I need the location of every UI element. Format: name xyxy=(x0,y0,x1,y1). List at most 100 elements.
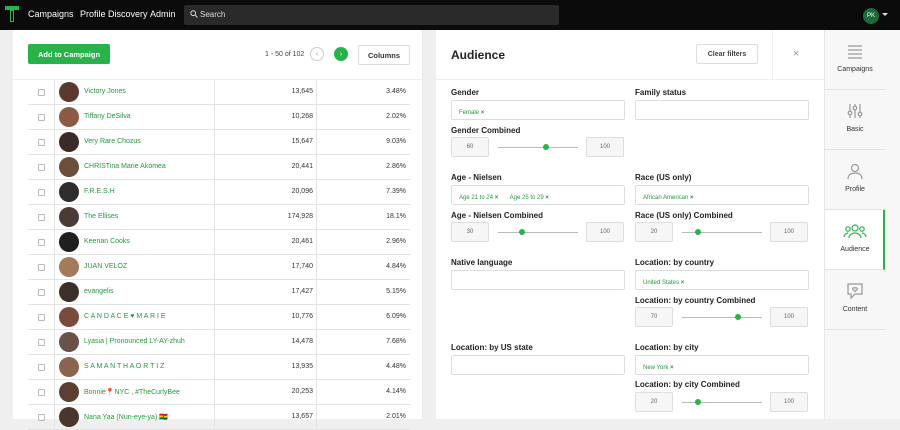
age-chip[interactable]: Age 25 to 29 × xyxy=(510,195,549,201)
row-checkbox[interactable] xyxy=(38,414,45,421)
nav-admin[interactable]: Admin xyxy=(150,9,176,19)
gender-select[interactable]: Female × xyxy=(451,100,625,120)
row-checkbox[interactable] xyxy=(38,364,45,371)
influencer-name-link[interactable]: S A M A N T H A O R T I Z xyxy=(84,363,164,370)
sidebar-item-campaigns[interactable]: Campaigns xyxy=(825,30,885,90)
avatar[interactable] xyxy=(59,257,79,277)
city-combined-min[interactable]: 20 xyxy=(635,392,673,412)
slider-handle[interactable] xyxy=(695,229,701,235)
avatar[interactable] xyxy=(59,132,79,152)
row-checkbox[interactable] xyxy=(38,389,45,396)
chip-remove-icon[interactable]: × xyxy=(681,280,685,286)
app-logo[interactable] xyxy=(5,6,19,22)
slider-handle[interactable] xyxy=(543,144,549,150)
race-select[interactable]: African American × xyxy=(635,185,809,205)
influencer-name-link[interactable]: Bonnie📍NYC , #TheCurlyBee xyxy=(84,388,180,396)
native-language-select[interactable] xyxy=(451,270,625,290)
avatar[interactable] xyxy=(59,107,79,127)
table-row[interactable]: Lyasia | Pronounced LY-AY-zhuh 14,478 7.68… xyxy=(28,330,410,355)
table-row[interactable]: Nana Yaa (Nun-eye-ya) 🇬🇭 13,657 2.01% xyxy=(28,405,410,430)
table-row[interactable]: The Ellises 174,928 18.1% xyxy=(28,205,410,230)
avatar[interactable] xyxy=(59,357,79,377)
family-status-select[interactable] xyxy=(635,100,809,120)
us-state-select[interactable] xyxy=(451,355,625,375)
slider-handle[interactable] xyxy=(519,229,525,235)
nav-campaigns[interactable]: Campaigns xyxy=(28,9,74,19)
table-row[interactable]: Very Rare Chozus 15,647 9.03% xyxy=(28,130,410,155)
sidebar-item-profile[interactable]: Profile xyxy=(825,150,885,210)
chevron-down-icon[interactable] xyxy=(882,13,888,16)
race-chip[interactable]: African American × xyxy=(643,195,694,201)
slider-handle[interactable] xyxy=(695,399,701,405)
table-row[interactable]: Bonnie📍NYC , #TheCurlyBee 20,253 4.14% xyxy=(28,380,410,405)
influencer-name-link[interactable]: The Ellises xyxy=(84,213,118,220)
table-row[interactable]: evangelis 17,427 5.15% xyxy=(28,280,410,305)
avatar[interactable] xyxy=(59,407,79,427)
row-checkbox[interactable] xyxy=(38,114,45,121)
table-row[interactable]: Victory Jones 13,645 3.48% xyxy=(28,80,410,105)
avatar[interactable] xyxy=(59,382,79,402)
table-row[interactable]: CHRISTina Marie Akomea 20,441 2.86% xyxy=(28,155,410,180)
row-checkbox[interactable] xyxy=(38,314,45,321)
nav-profile-discovery[interactable]: Profile Discovery xyxy=(80,9,148,19)
influencer-name-link[interactable]: CHRISTina Marie Akomea xyxy=(84,163,166,170)
table-row[interactable]: S A M A N T H A O R T I Z 13,935 4.48% xyxy=(28,355,410,380)
influencer-name-link[interactable]: Nana Yaa (Nun-eye-ya) 🇬🇭 xyxy=(84,413,168,421)
country-chip[interactable]: United States × xyxy=(643,280,684,286)
columns-button[interactable]: Columns xyxy=(358,45,410,65)
influencer-name-link[interactable]: Tiffany DeSilva xyxy=(84,113,131,120)
chip-remove-icon[interactable]: × xyxy=(690,195,694,201)
race-combined-max[interactable]: 100 xyxy=(770,222,808,242)
search-input[interactable]: Search xyxy=(184,5,559,25)
row-checkbox[interactable] xyxy=(38,264,45,271)
row-checkbox[interactable] xyxy=(38,164,45,171)
slider-handle[interactable] xyxy=(735,314,741,320)
avatar[interactable] xyxy=(59,232,79,252)
race-combined-slider[interactable] xyxy=(682,229,762,235)
gender-combined-max[interactable]: 100 xyxy=(586,137,624,157)
user-avatar[interactable]: PK xyxy=(863,8,879,24)
country-combined-min[interactable]: 70 xyxy=(635,307,673,327)
row-checkbox[interactable] xyxy=(38,89,45,96)
avatar[interactable] xyxy=(59,282,79,302)
age-combined-slider[interactable] xyxy=(498,229,578,235)
gender-chip[interactable]: Female × xyxy=(459,110,484,116)
sidebar-item-audience[interactable]: Audience xyxy=(825,210,885,270)
clear-filters-button[interactable]: Clear filters xyxy=(696,44,758,64)
chip-remove-icon[interactable]: × xyxy=(670,365,674,371)
chip-remove-icon[interactable]: × xyxy=(545,195,549,201)
table-row[interactable]: F.R.E.S.H 20,096 7.39% xyxy=(28,180,410,205)
sidebar-item-basic[interactable]: Basic xyxy=(825,90,885,150)
gender-combined-slider[interactable] xyxy=(498,144,578,150)
avatar[interactable] xyxy=(59,207,79,227)
row-checkbox[interactable] xyxy=(38,289,45,296)
avatar[interactable] xyxy=(59,82,79,102)
race-combined-min[interactable]: 20 xyxy=(635,222,673,242)
close-icon[interactable]: × xyxy=(793,48,799,60)
country-combined-slider[interactable] xyxy=(682,314,762,320)
age-chip[interactable]: Age 21 to 24 × xyxy=(459,195,498,201)
table-row[interactable]: C A N D A C E ♥ M A R I E 10,776 6.09% xyxy=(28,305,410,330)
row-checkbox[interactable] xyxy=(38,139,45,146)
row-checkbox[interactable] xyxy=(38,189,45,196)
add-to-campaign-button[interactable]: Add to Campaign xyxy=(28,44,110,64)
row-checkbox[interactable] xyxy=(38,239,45,246)
city-chip[interactable]: New York × xyxy=(643,365,674,371)
chip-remove-icon[interactable]: × xyxy=(495,195,499,201)
avatar[interactable] xyxy=(59,182,79,202)
influencer-name-link[interactable]: JUAN VELOZ xyxy=(84,263,127,270)
city-combined-slider[interactable] xyxy=(682,399,762,405)
avatar[interactable] xyxy=(59,332,79,352)
table-row[interactable]: Keenan Cooks 20,461 2.96% xyxy=(28,230,410,255)
next-page-button[interactable]: › xyxy=(334,47,348,61)
avatar[interactable] xyxy=(59,157,79,177)
sidebar-item-content[interactable]: Content xyxy=(825,270,885,330)
row-checkbox[interactable] xyxy=(38,214,45,221)
city-combined-max[interactable]: 100 xyxy=(770,392,808,412)
age-combined-min[interactable]: 30 xyxy=(451,222,489,242)
age-combined-max[interactable]: 100 xyxy=(586,222,624,242)
gender-combined-min[interactable]: 60 xyxy=(451,137,489,157)
country-select[interactable]: United States × xyxy=(635,270,809,290)
table-row[interactable]: JUAN VELOZ 17,740 4.84% xyxy=(28,255,410,280)
prev-page-button[interactable]: ‹ xyxy=(310,47,324,61)
